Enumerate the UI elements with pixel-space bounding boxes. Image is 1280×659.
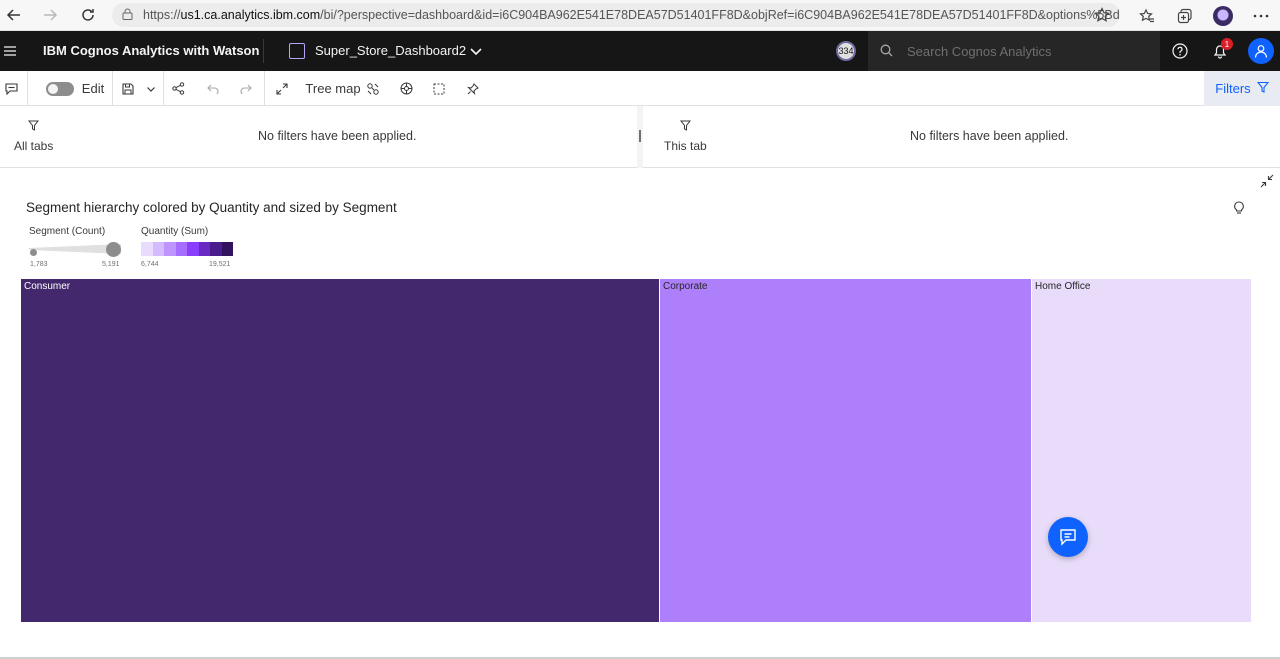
insights-bulb-icon[interactable] [1233,201,1245,220]
treemap-tile-consumer[interactable]: Consumer [21,279,660,622]
comment-icon[interactable] [0,71,22,106]
treemap-tile-label: Home Office [1035,281,1091,292]
this-tab-empty-message: No filters have been applied. [910,129,1069,143]
color-legend-step [152,242,164,256]
lock-icon [122,8,133,23]
address-bar[interactable]: https://us1.ca.analytics.ibm.com/bi/?per… [112,3,1120,27]
toolbar-divider [27,71,28,106]
app-title: IBM Cognos Analytics with Watson [43,43,260,58]
treemap-chart: Consumer Corporate Home Office [21,279,1252,622]
hamburger-menu-icon[interactable] [0,31,20,71]
browser-toolbar: https://us1.ca.analytics.ibm.com/bi/?per… [0,0,1280,31]
collapse-icon[interactable] [1260,174,1274,193]
size-legend-min: 1,783 [30,261,48,268]
all-tabs-label: All tabs [14,139,54,153]
color-legend-step [175,242,187,256]
notification-icon[interactable] [1200,31,1240,71]
properties-icon[interactable] [397,71,415,106]
filters-button[interactable]: Filters [1204,71,1280,106]
favorites-icon[interactable] [1128,1,1166,31]
redo-icon[interactable] [237,71,255,106]
help-icon[interactable] [1160,31,1200,71]
treemap-tile-label: Corporate [663,281,708,292]
color-legend-step [164,242,176,256]
color-legend-step [198,242,210,256]
toolbar-divider [163,71,164,106]
size-legend-max: 5,191 [102,261,120,268]
treemap-widget[interactable]: Segment hierarchy colored by Quantity an… [0,168,1280,657]
search-placeholder: Search Cognos Analytics [907,43,1052,59]
more-options-icon[interactable] [1242,1,1280,31]
filter-area: All tabs No filters have been applied. T… [0,106,1280,168]
color-legend-step [210,242,222,256]
chevron-down-icon[interactable] [468,43,484,59]
app-header: IBM Cognos Analytics with Watson Super_S… [0,31,1280,71]
browser-profile-icon[interactable] [1204,1,1242,31]
toolbar-divider [264,71,265,106]
select-area-icon[interactable] [430,71,448,106]
treemap-tile-label: Consumer [24,281,71,292]
save-icon[interactable] [120,71,136,106]
search-icon [880,44,893,60]
toolbar-divider [112,71,113,106]
refresh-icon[interactable] [74,1,102,29]
chat-icon [1060,529,1076,546]
color-legend-title: Quantity (Sum) [141,226,209,237]
filter-icon [679,118,692,136]
dashboard-toolbar: Edit Tree map Filters [0,71,1280,106]
url-path: /bi/?perspective=dashboard&id=i6C904BA96… [320,8,1120,22]
url-prefix: https:// [143,8,181,22]
back-icon[interactable] [0,1,28,29]
color-legend-step [141,242,153,256]
favorite-add-icon[interactable] [1094,7,1110,28]
expand-icon[interactable] [273,71,291,106]
user-avatar-icon[interactable] [1248,38,1274,64]
treemap-tile-home-office[interactable]: Home Office [1032,279,1252,622]
visualization-type-icon[interactable] [364,71,382,106]
color-legend-max: 19,521 [209,261,231,268]
filter-icon [1256,81,1269,96]
dashboard-icon [289,43,305,59]
color-legend-scale [141,242,233,256]
color-legend-step [187,242,199,256]
notification-badge: 1 [1221,38,1233,50]
session-badge[interactable]: 334 [836,41,856,61]
filter-icon [27,118,40,136]
size-legend-title: Segment (Count) [29,226,106,237]
search-input[interactable]: Search Cognos Analytics [868,31,1160,71]
collections-icon[interactable] [1166,1,1204,31]
this-tab-label: This tab [664,139,707,153]
header-divider [263,39,264,63]
edit-toggle[interactable] [44,71,76,106]
all-tabs-empty-message: No filters have been applied. [258,129,417,143]
size-legend-min-dot [30,249,37,256]
dashboard-name[interactable]: Super_Store_Dashboard2 [315,31,466,71]
forward-icon[interactable] [36,1,64,29]
size-legend-max-dot [106,242,121,257]
chat-button[interactable] [1048,517,1088,557]
edit-label: Edit [81,81,105,96]
chart-title: Segment hierarchy colored by Quantity an… [26,200,397,215]
treemap-tile-corporate[interactable]: Corporate [660,279,1032,622]
share-icon[interactable] [169,71,187,106]
save-options-chevron-icon[interactable] [143,71,159,106]
url-host: us1.ca.analytics.ibm.com [180,8,321,22]
color-legend-min: 6,744 [141,261,159,268]
filters-label: Filters [1215,81,1251,96]
all-tabs-filter-pane[interactable]: All tabs No filters have been applied. [0,106,637,168]
color-legend-step [221,242,233,256]
widget-type-label[interactable]: Tree map [305,71,361,106]
pin-icon[interactable] [464,71,482,106]
this-tab-filter-pane[interactable]: This tab No filters have been applied. [643,106,1280,168]
undo-icon[interactable] [204,71,222,106]
